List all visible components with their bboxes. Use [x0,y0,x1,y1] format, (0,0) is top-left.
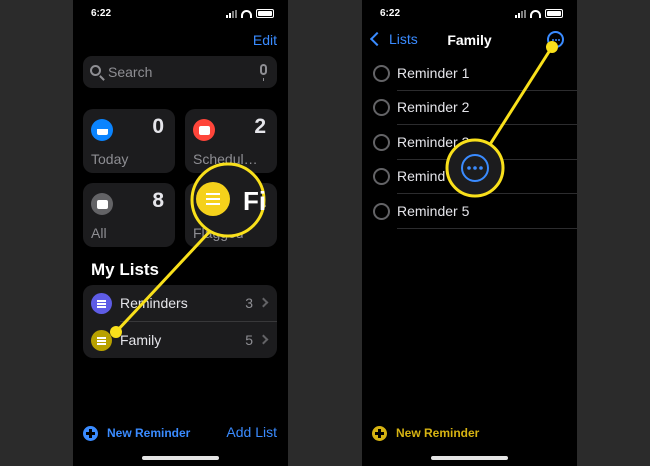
chevron-right-icon [258,297,269,308]
card-label: All [91,225,107,241]
reminders-lists-screen: 6:22 Edit Search 0 Today 2 Schedul… 8 Al… [73,0,288,466]
my-lists-heading: My Lists [91,260,160,279]
checkbox-circle-icon[interactable] [373,134,390,151]
list-item-family[interactable]: Family 5 [83,322,277,358]
divider [397,228,577,229]
status-time: 6:22 [91,8,112,19]
my-lists-group: Reminders 3 Family 5 [83,285,277,358]
microphone-icon[interactable] [260,64,267,81]
checkbox-circle-icon[interactable] [373,168,390,185]
card-count: 8 [152,189,164,212]
card-today[interactable]: 0 Today [83,109,175,173]
list-icon [91,330,112,351]
home-indicator [142,456,219,460]
search-input[interactable]: Search [83,56,277,88]
list-item-reminders[interactable]: Reminders 3 [83,285,277,322]
checkbox-circle-icon[interactable] [373,203,390,220]
reminder-item[interactable]: Reminder 3 [362,126,577,160]
divider [397,193,577,194]
status-time: 6:22 [380,8,401,19]
list-count: 5 [245,332,253,348]
checkbox-circle-icon[interactable] [373,99,390,116]
reminder-title: Reminder 1 [397,65,470,81]
status-bar: 6:22 [362,8,577,22]
reminder-title: Reminder 2 [397,99,470,115]
add-list-button[interactable]: Add List [226,424,277,440]
card-count: 0 [152,115,164,138]
calendar-icon [91,119,113,141]
card-label: Flagged [193,225,244,241]
reminder-item[interactable]: Reminder 1 [362,57,577,91]
tray-icon [91,193,113,215]
wifi-icon [241,9,252,18]
calendar-icon [193,119,215,141]
divider [397,124,577,125]
search-icon [90,65,101,76]
page-title: Family [447,32,492,48]
cellular-signal-icon [515,9,526,18]
new-reminder-button[interactable]: New Reminder [83,424,190,442]
list-name: Family [120,332,162,348]
magnifier-list-name: Fi [243,186,267,216]
list-icon [91,293,112,314]
reminder-title: Remind [397,168,446,184]
wifi-icon [530,9,541,18]
new-reminder-button[interactable]: New Reminder [372,424,479,442]
card-label: Today [91,151,129,167]
card-label: Schedul… [193,151,258,167]
edit-button[interactable]: Edit [253,32,277,48]
new-reminder-label: New Reminder [396,426,480,440]
chevron-right-icon [258,334,269,345]
family-list-screen: 6:22 Lists Family Reminder 1 Reminder 2 … [362,0,577,466]
plus-circle-icon [83,425,98,441]
flag-icon [193,193,215,215]
reminder-title: Reminder 3 [397,134,470,150]
reminder-title: Reminder 5 [397,203,470,219]
search-placeholder: Search [108,64,153,80]
checkbox-circle-icon[interactable] [373,65,390,82]
reminder-item[interactable]: Reminder 5 [362,195,577,229]
cellular-signal-icon [226,9,237,18]
card-count: 2 [254,115,266,138]
card-scheduled[interactable]: 2 Schedul… [185,109,277,173]
plus-circle-icon [372,425,387,441]
reminder-item[interactable]: Remind [362,160,577,194]
list-count: 3 [245,295,253,311]
list-name: Reminders [120,295,188,311]
battery-icon [256,9,274,18]
reminder-item[interactable]: Reminder 2 [362,91,577,125]
status-bar: 6:22 [73,8,288,22]
battery-icon [545,9,563,18]
home-indicator [431,456,508,460]
new-reminder-label: New Reminder [107,426,191,440]
card-all[interactable]: 8 All [83,183,175,247]
more-options-icon[interactable] [547,31,564,48]
